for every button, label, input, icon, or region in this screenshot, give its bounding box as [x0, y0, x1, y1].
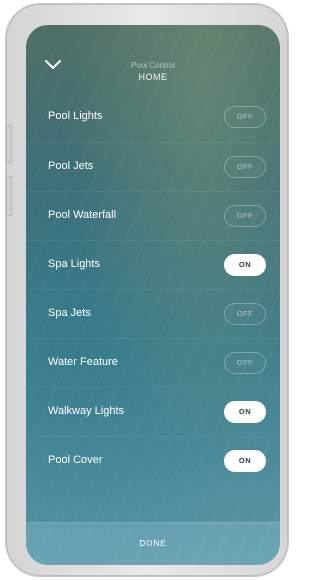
list-item: Spa Jets OFF [26, 289, 280, 338]
list-item: Walkway Lights ON [26, 387, 280, 436]
toggle-button[interactable]: ON [224, 254, 266, 276]
item-label: Pool Waterfall [48, 209, 117, 221]
side-button-lower [6, 176, 12, 216]
phone-frame: Pool Control HOME Pool Lights OFF Pool J… [6, 4, 288, 576]
item-label: Spa Lights [48, 258, 100, 270]
toggle-button[interactable]: OFF [224, 106, 266, 128]
list-item: Water Feature OFF [26, 338, 280, 387]
list-item: Spa Lights ON [26, 240, 280, 289]
side-button-upper [6, 124, 12, 164]
device-list: Pool Lights OFF Pool Jets OFF Pool Water… [26, 93, 280, 485]
item-label: Spa Jets [48, 307, 91, 319]
toggle-button[interactable]: OFF [224, 205, 266, 227]
done-button[interactable]: DONE [26, 522, 280, 565]
list-item: Pool Waterfall OFF [26, 191, 280, 240]
list-item: Pool Jets OFF [26, 142, 280, 191]
toggle-button[interactable]: ON [224, 401, 266, 423]
list-item: Pool Lights OFF [26, 93, 280, 142]
header-subtitle: Pool Control [130, 61, 176, 70]
item-label: Pool Cover [48, 454, 103, 466]
toggle-button[interactable]: OFF [224, 352, 266, 374]
header: Pool Control HOME [26, 25, 280, 93]
toggle-button[interactable]: OFF [224, 303, 266, 325]
item-label: Water Feature [48, 356, 118, 368]
toggle-button[interactable]: OFF [224, 156, 266, 178]
item-label: Pool Jets [48, 160, 94, 172]
list-item: Pool Cover ON [26, 436, 280, 485]
toggle-button[interactable]: ON [224, 450, 266, 472]
item-label: Walkway Lights [48, 405, 125, 417]
app-screen: Pool Control HOME Pool Lights OFF Pool J… [26, 25, 280, 565]
item-label: Pool Lights [48, 110, 103, 122]
page-title: HOME [138, 72, 168, 82]
